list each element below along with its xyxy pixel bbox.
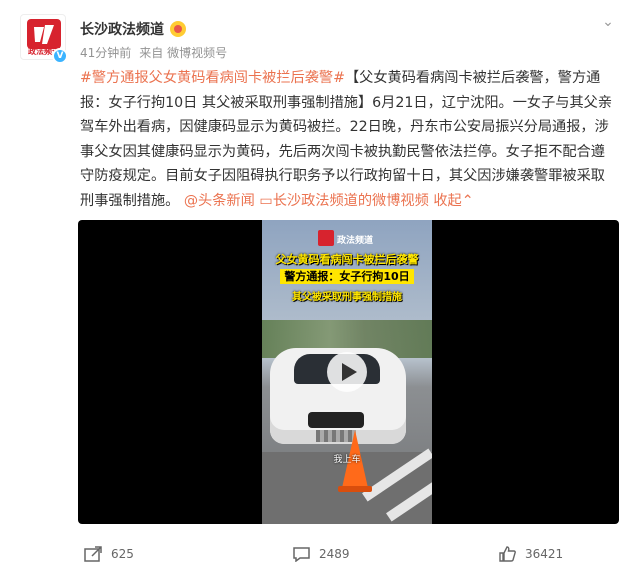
verified-v-icon: V — [52, 48, 68, 64]
video-link[interactable]: ▭长沙政法频道的微博视频 — [259, 193, 428, 209]
post-source: 来自 微博视频号 — [139, 46, 228, 60]
post-time[interactable]: 41分钟前 — [80, 46, 131, 60]
car-grill — [308, 412, 364, 428]
post-meta: 41分钟前 来自 微博视频号 — [80, 44, 235, 61]
chevron-down-icon[interactable]: ⌄ — [598, 12, 618, 32]
action-bar: 625 2489 36421 — [0, 536, 638, 572]
member-badge-icon — [170, 21, 186, 37]
account-name[interactable]: 长沙政法频道 — [80, 22, 164, 38]
collapse-link[interactable]: 收起⌃ — [433, 193, 473, 209]
video-link-label: 长沙政法频道的微博视频 — [272, 192, 429, 209]
video-caption-2: 警方通报：女子行拘10日 — [262, 268, 432, 284]
post-body: 【父女黄码看病闯卡被拦后袭警，警方通报：女子行拘10日 其父被采取刑事强制措施】… — [80, 70, 613, 209]
video-player[interactable]: 政法频道 父女黄码看病闯卡被拦后袭警 警方通报：女子行拘10日 其父被采取刑事强… — [78, 220, 619, 524]
comment-count: 2489 — [319, 547, 350, 561]
brand-mark-icon — [318, 230, 334, 246]
play-icon[interactable] — [326, 351, 368, 393]
account-name-row: 长沙政法频道 — [80, 19, 186, 39]
repost-icon — [84, 546, 102, 562]
mention-link[interactable]: @头条新闻 — [184, 193, 255, 209]
traffic-cone-base — [338, 486, 372, 492]
collapse-label: 收起 — [433, 192, 462, 209]
topic-link[interactable]: #警方通报父女黄码看病闯卡被拦后袭警# — [80, 70, 345, 86]
chevron-up-icon: ⌃ — [461, 192, 474, 209]
comment-icon — [293, 547, 310, 562]
video-subtitle: 我上车 — [333, 455, 361, 465]
video-brand-label: 政法频道 — [337, 236, 374, 246]
video-brand: 政法频道 — [318, 230, 376, 248]
video-caption-2-text: 警方通报：女子行拘10日 — [280, 269, 414, 284]
video-caption-3: 其父被采取刑事强制措施 — [292, 292, 402, 303]
post-text: #警方通报父女黄码看病闯卡被拦后袭警#【父女黄码看病闯卡被拦后袭警，警方通报：女… — [80, 66, 618, 214]
video-caption-1: 父女黄码看病闯卡被拦后袭警 — [275, 253, 419, 266]
repost-count: 625 — [111, 547, 134, 561]
thumbs-up-icon — [499, 546, 516, 562]
video-link-icon: ▭ — [259, 192, 273, 209]
like-count: 36421 — [525, 547, 564, 561]
